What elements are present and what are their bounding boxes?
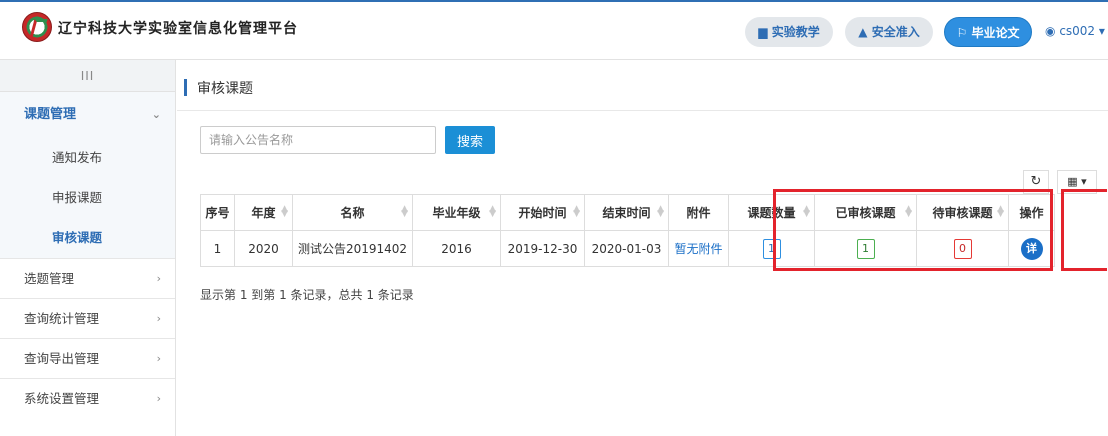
lock-icon: ▲	[858, 25, 868, 39]
cell-action: 详	[1008, 230, 1055, 267]
sort-icon[interactable]: ▲ ▼	[281, 205, 288, 219]
sidebar-item-review-topic[interactable]: 审核课题	[0, 218, 175, 258]
graduation-thesis-label: 毕业论文	[971, 26, 1020, 40]
column-header[interactable]: 待审核课题 ▲ ▼	[916, 194, 1009, 231]
cell-index: 1	[200, 230, 235, 267]
sidebar-item-label: 选题管理	[24, 271, 75, 286]
table-header-row: 序号 年度 ▲ ▼ 名称 ▲ ▼ 毕业年级 ▲ ▼ 开始时间 ▲ ▼ 结束时间 ▲ ▼ 附件 课题数量 ▲ ▼ 已审核课…	[200, 194, 1055, 231]
sidebar-group-label: 课题管理	[24, 107, 77, 122]
sort-icon[interactable]: ▲ ▼	[489, 205, 496, 219]
sort-icon[interactable]: ▲ ▼	[905, 205, 912, 219]
university-logo-icon	[22, 12, 52, 42]
column-header: 附件	[668, 194, 729, 231]
topic-count-badge[interactable]: 1	[762, 238, 781, 259]
sidebar-item-label: 系统设置管理	[24, 391, 100, 406]
topics-table: 序号 年度 ▲ ▼ 名称 ▲ ▼ 毕业年级 ▲ ▼ 开始时间 ▲ ▼ 结束时间 ▲ ▼ 附件 课题数量 ▲ ▼ 已审核课…	[200, 194, 1055, 267]
site-title: 辽宁科技大学实验室信息化管理平台	[58, 21, 298, 37]
cell-end: 2020-01-03	[584, 230, 669, 267]
cell-name: 测试公告20191402	[292, 230, 413, 267]
search-button[interactable]: 搜索	[445, 126, 495, 154]
chevron-down-icon: ▾	[1098, 24, 1105, 38]
column-header-label: 已审核课题	[835, 206, 896, 220]
cell-reviewed: 1	[814, 230, 917, 267]
chevron-right-icon: ›	[156, 352, 161, 365]
sidebar-item-system-settings[interactable]: 系统设置管理 ›	[0, 378, 175, 418]
safety-access-button[interactable]: ▲ 安全准入	[845, 17, 933, 47]
user-icon: ◉	[1045, 24, 1056, 38]
column-header: 序号	[200, 194, 235, 231]
column-header-label: 开始时间	[518, 206, 567, 220]
column-header-label: 操作	[1019, 206, 1044, 220]
safety-access-label: 安全准入	[871, 25, 920, 39]
detail-button[interactable]: 详	[1020, 237, 1043, 260]
sort-icon[interactable]: ▲ ▼	[803, 205, 810, 219]
chevron-right-icon: ›	[156, 312, 161, 325]
column-header-label: 待审核课题	[932, 206, 993, 220]
cell-start: 2019-12-30	[500, 230, 585, 267]
cell-attachment: 暂无附件	[668, 230, 729, 267]
attachment-link[interactable]: 暂无附件	[674, 242, 722, 256]
graduation-thesis-button[interactable]: ⚐ 毕业论文	[944, 17, 1032, 47]
columns-toggle-icon[interactable]: ▦ ▾	[1057, 170, 1097, 194]
user-menu[interactable]: ◉ cs002 ▾	[1045, 24, 1105, 38]
divider	[177, 110, 1108, 111]
chevron-down-icon: ⌄	[151, 108, 161, 121]
experiment-teaching-button[interactable]: ▆ 实验教学	[745, 17, 833, 47]
column-header[interactable]: 结束时间 ▲ ▼	[584, 194, 669, 231]
column-header[interactable]: 年度 ▲ ▼	[234, 194, 293, 231]
column-header-label: 结束时间	[602, 206, 651, 220]
column-header-label: 序号	[205, 206, 230, 220]
column-header-label: 年度	[251, 206, 276, 220]
column-header-label: 附件	[686, 206, 711, 220]
sort-icon[interactable]: ▲ ▼	[657, 205, 664, 219]
sort-icon[interactable]: ▲ ▼	[401, 205, 408, 219]
column-header-label: 课题数量	[747, 206, 796, 220]
sidebar-group-topic-management[interactable]: 课题管理 ⌄	[0, 92, 175, 138]
column-header[interactable]: 课题数量 ▲ ▼	[728, 194, 815, 231]
column-header: 操作	[1008, 194, 1055, 231]
flag-icon: ⚐	[956, 26, 968, 40]
chevron-right-icon: ›	[156, 392, 161, 405]
column-header[interactable]: 名称 ▲ ▼	[292, 194, 413, 231]
sidebar-item-query-export[interactable]: 查询导出管理 ›	[0, 338, 175, 378]
sidebar-item-topic-selection[interactable]: 选题管理 ›	[0, 258, 175, 298]
sidebar: III 课题管理 ⌄ 通知发布 申报课题 审核课题 选题管理 › 查询统计管理 …	[0, 60, 176, 436]
sidebar-item-query-statistics[interactable]: 查询统计管理 ›	[0, 298, 175, 338]
sidebar-item-label: 查询统计管理	[24, 311, 100, 326]
sidebar-item-label: 查询导出管理	[24, 351, 100, 366]
column-header-label: 名称	[340, 206, 365, 220]
sidebar-toggle-button[interactable]: III	[0, 60, 175, 92]
sidebar-item-notice-publish[interactable]: 通知发布	[0, 138, 175, 178]
refresh-icon[interactable]: ↻	[1023, 170, 1049, 194]
table-row: 1 2020 测试公告20191402 2016 2019-12-30 2020…	[200, 230, 1055, 267]
pending-count-badge[interactable]: 0	[953, 238, 972, 259]
username: cs002	[1059, 24, 1096, 38]
experiment-teaching-label: 实验教学	[771, 25, 820, 39]
pagination-info: 显示第 1 到第 1 条记录，总共 1 条记录	[200, 288, 414, 302]
sort-icon[interactable]: ▲ ▼	[573, 205, 580, 219]
cell-pending: 0	[916, 230, 1009, 267]
sort-icon[interactable]: ▲ ▼	[997, 205, 1004, 219]
cell-year: 2020	[234, 230, 293, 267]
reviewed-count-badge[interactable]: 1	[856, 238, 875, 259]
column-header[interactable]: 已审核课题 ▲ ▼	[814, 194, 917, 231]
cell-topic-count: 1	[728, 230, 815, 267]
title-accent-bar	[184, 79, 187, 96]
column-header[interactable]: 开始时间 ▲ ▼	[500, 194, 585, 231]
main-content: 审核课题 搜索 ↻ ▦ ▾ 序号年度▲▼名称▲▼毕业年级▲▼开始时间▲▼结束时间…	[177, 60, 1108, 436]
cell-grade: 2016	[412, 230, 501, 267]
top-header: 辽宁科技大学实验室信息化管理平台 ▆ 实验教学 ▲ 安全准入 ⚐ 毕业论文 ◉ …	[0, 0, 1108, 60]
page-title: 审核课题	[197, 81, 253, 97]
book-icon: ▆	[758, 25, 768, 39]
chevron-right-icon: ›	[156, 272, 161, 285]
highlight-box-action	[1061, 189, 1107, 271]
search-input[interactable]	[200, 126, 436, 154]
column-header[interactable]: 毕业年级 ▲ ▼	[412, 194, 501, 231]
sidebar-item-declare-topic[interactable]: 申报课题	[0, 178, 175, 218]
column-header-label: 毕业年级	[432, 206, 481, 220]
